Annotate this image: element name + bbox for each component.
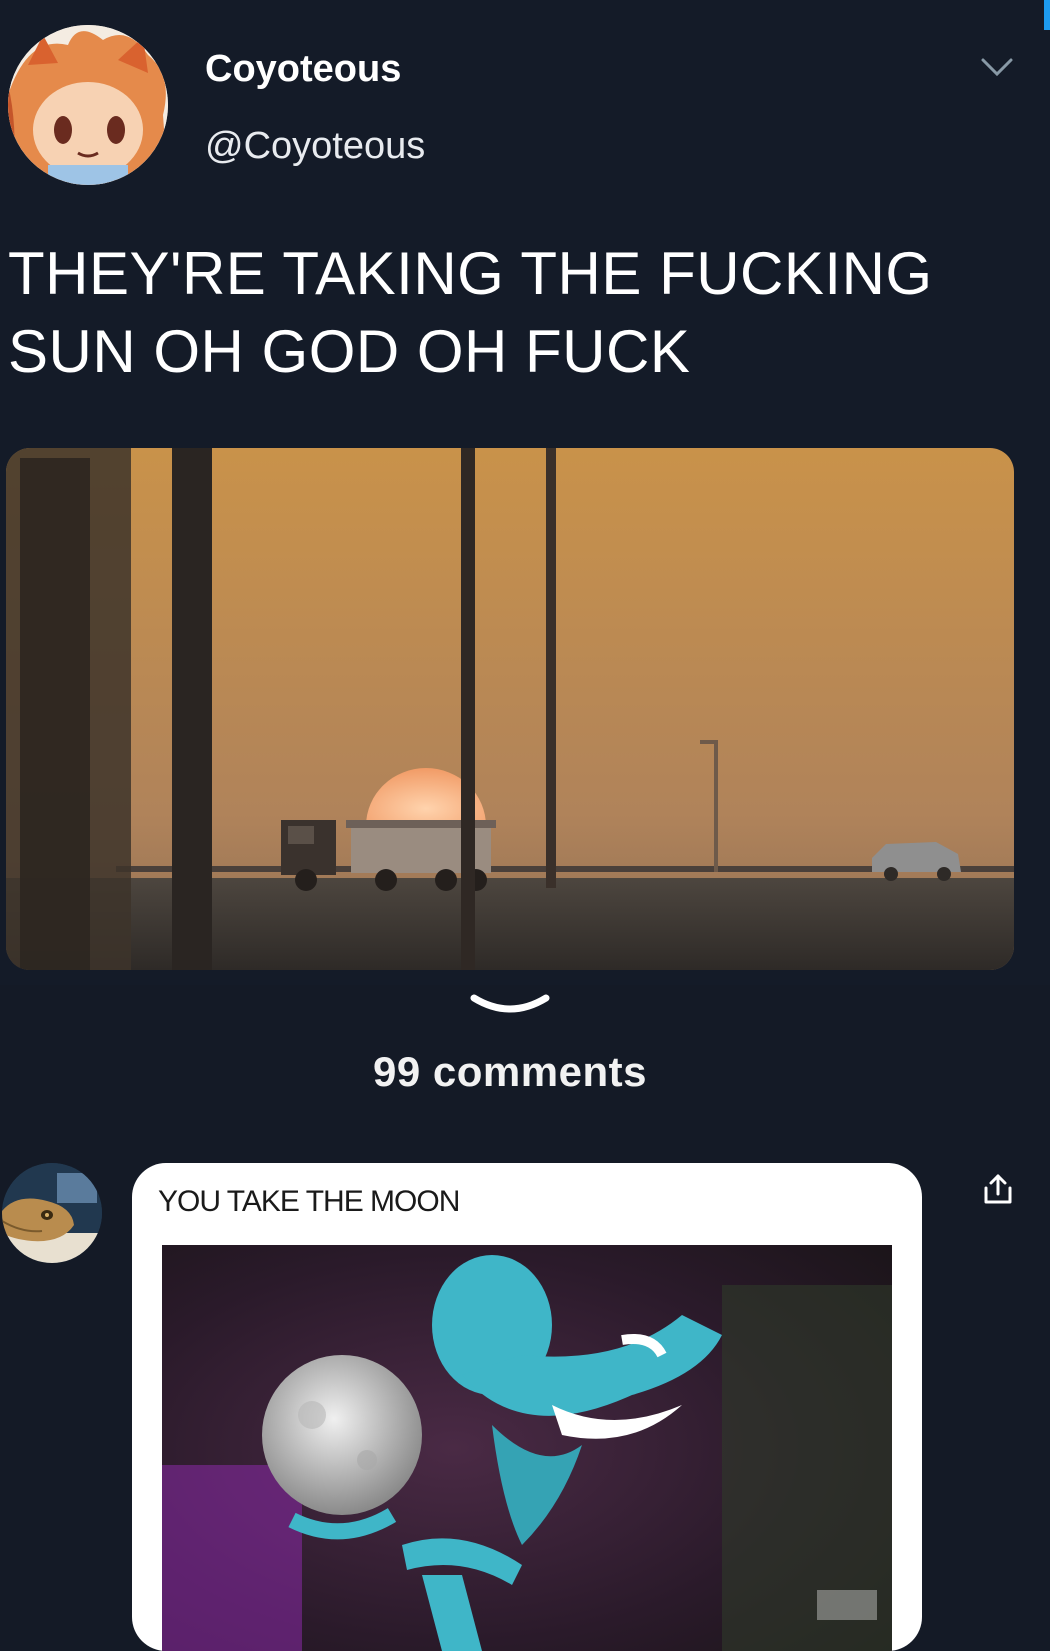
- commenter-avatar[interactable]: [2, 1163, 102, 1263]
- comment-caption: YOU TAKE THE MOON: [158, 1185, 460, 1218]
- author-display-name[interactable]: Coyoteous: [205, 48, 401, 91]
- tweet-photo[interactable]: [6, 448, 1014, 970]
- lizard-avatar-icon: [2, 1163, 102, 1263]
- fox-character-avatar-icon: [8, 25, 168, 185]
- chevron-down-icon[interactable]: [980, 55, 1014, 79]
- tweet-text-line: THEY'RE TAKING THE FUCKING: [8, 240, 933, 307]
- author-avatar[interactable]: [8, 25, 168, 185]
- comment-image[interactable]: [162, 1245, 892, 1651]
- author-handle[interactable]: @Coyoteous: [205, 125, 425, 168]
- tweet: Coyoteous @Coyoteous THEY'RE TAKING THE …: [0, 0, 1050, 985]
- comments-count[interactable]: 99 comments: [0, 1048, 1020, 1096]
- cartoon-moon-image: [162, 1245, 892, 1651]
- scroll-indicator: [1044, 0, 1050, 30]
- comment-card[interactable]: YOU TAKE THE MOON: [132, 1163, 922, 1651]
- tweet-text: THEY'RE TAKING THE FUCKING SUN OH GOD OH…: [8, 235, 1008, 391]
- tweet-text-line: SUN OH GOD OH FUCK: [8, 318, 691, 385]
- sunset-truck-photo: [6, 448, 1014, 970]
- chevron-down-icon[interactable]: [470, 990, 550, 1020]
- share-icon[interactable]: [980, 1172, 1016, 1208]
